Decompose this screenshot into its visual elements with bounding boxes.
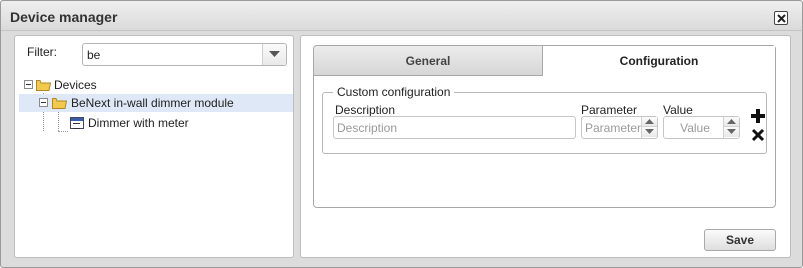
parameter-spinner[interactable] [641, 117, 657, 138]
value-field[interactable] [663, 116, 740, 139]
tree-node-dimmer[interactable]: Dimmer with meter [19, 114, 293, 132]
filter-combobox[interactable] [82, 43, 287, 66]
device-manager-dialog: Device manager Filter: Devices [0, 0, 803, 268]
description-column-label: Description [335, 103, 396, 117]
filter-label: Filter: [27, 45, 57, 59]
device-tree-panel: Filter: Devices BeNext in-wall dimmer mo… [14, 35, 294, 258]
fieldset-legend: Custom configuration [333, 85, 455, 99]
close-icon[interactable] [774, 11, 788, 25]
description-input[interactable] [337, 120, 571, 136]
title-bar: Device manager [1, 1, 802, 31]
folder-icon [52, 98, 67, 109]
details-panel: General Configuration Custom configurati… [300, 35, 791, 258]
tree-label-dimmer: Dimmer with meter [88, 116, 189, 130]
collapse-icon[interactable] [39, 98, 48, 107]
x-icon[interactable] [751, 128, 765, 142]
description-field[interactable] [333, 116, 576, 139]
folder-icon [36, 80, 51, 91]
plus-icon[interactable] [751, 109, 765, 123]
custom-configuration-fieldset: Custom configuration Description Paramet… [322, 85, 767, 154]
chevron-down-icon[interactable] [262, 44, 286, 65]
tree-node-devices[interactable]: Devices [19, 76, 293, 94]
value-input[interactable] [667, 120, 723, 136]
tree-label-devices: Devices [54, 78, 97, 92]
value-column-label: Value [663, 103, 693, 117]
dialog-title: Device manager [10, 9, 118, 25]
tree-label-module: BeNext in-wall dimmer module [71, 96, 234, 110]
tab-panel: General Configuration Custom configurati… [313, 45, 776, 208]
spin-up-icon[interactable] [642, 117, 657, 127]
parameter-column-label: Parameter [581, 103, 638, 117]
spin-up-icon[interactable] [724, 117, 739, 127]
spin-down-icon[interactable] [724, 127, 739, 137]
collapse-icon[interactable] [24, 80, 33, 89]
parameter-field[interactable] [581, 116, 658, 139]
tab-configuration[interactable]: Configuration [543, 46, 775, 76]
parameter-input[interactable] [585, 120, 641, 136]
tree-node-module[interactable]: BeNext in-wall dimmer module [19, 94, 293, 112]
tab-general[interactable]: General [314, 46, 543, 76]
spin-down-icon[interactable] [642, 127, 657, 137]
filter-input[interactable] [87, 47, 257, 63]
value-spinner[interactable] [723, 117, 739, 138]
device-icon [70, 117, 84, 129]
save-button[interactable]: Save [704, 229, 776, 251]
